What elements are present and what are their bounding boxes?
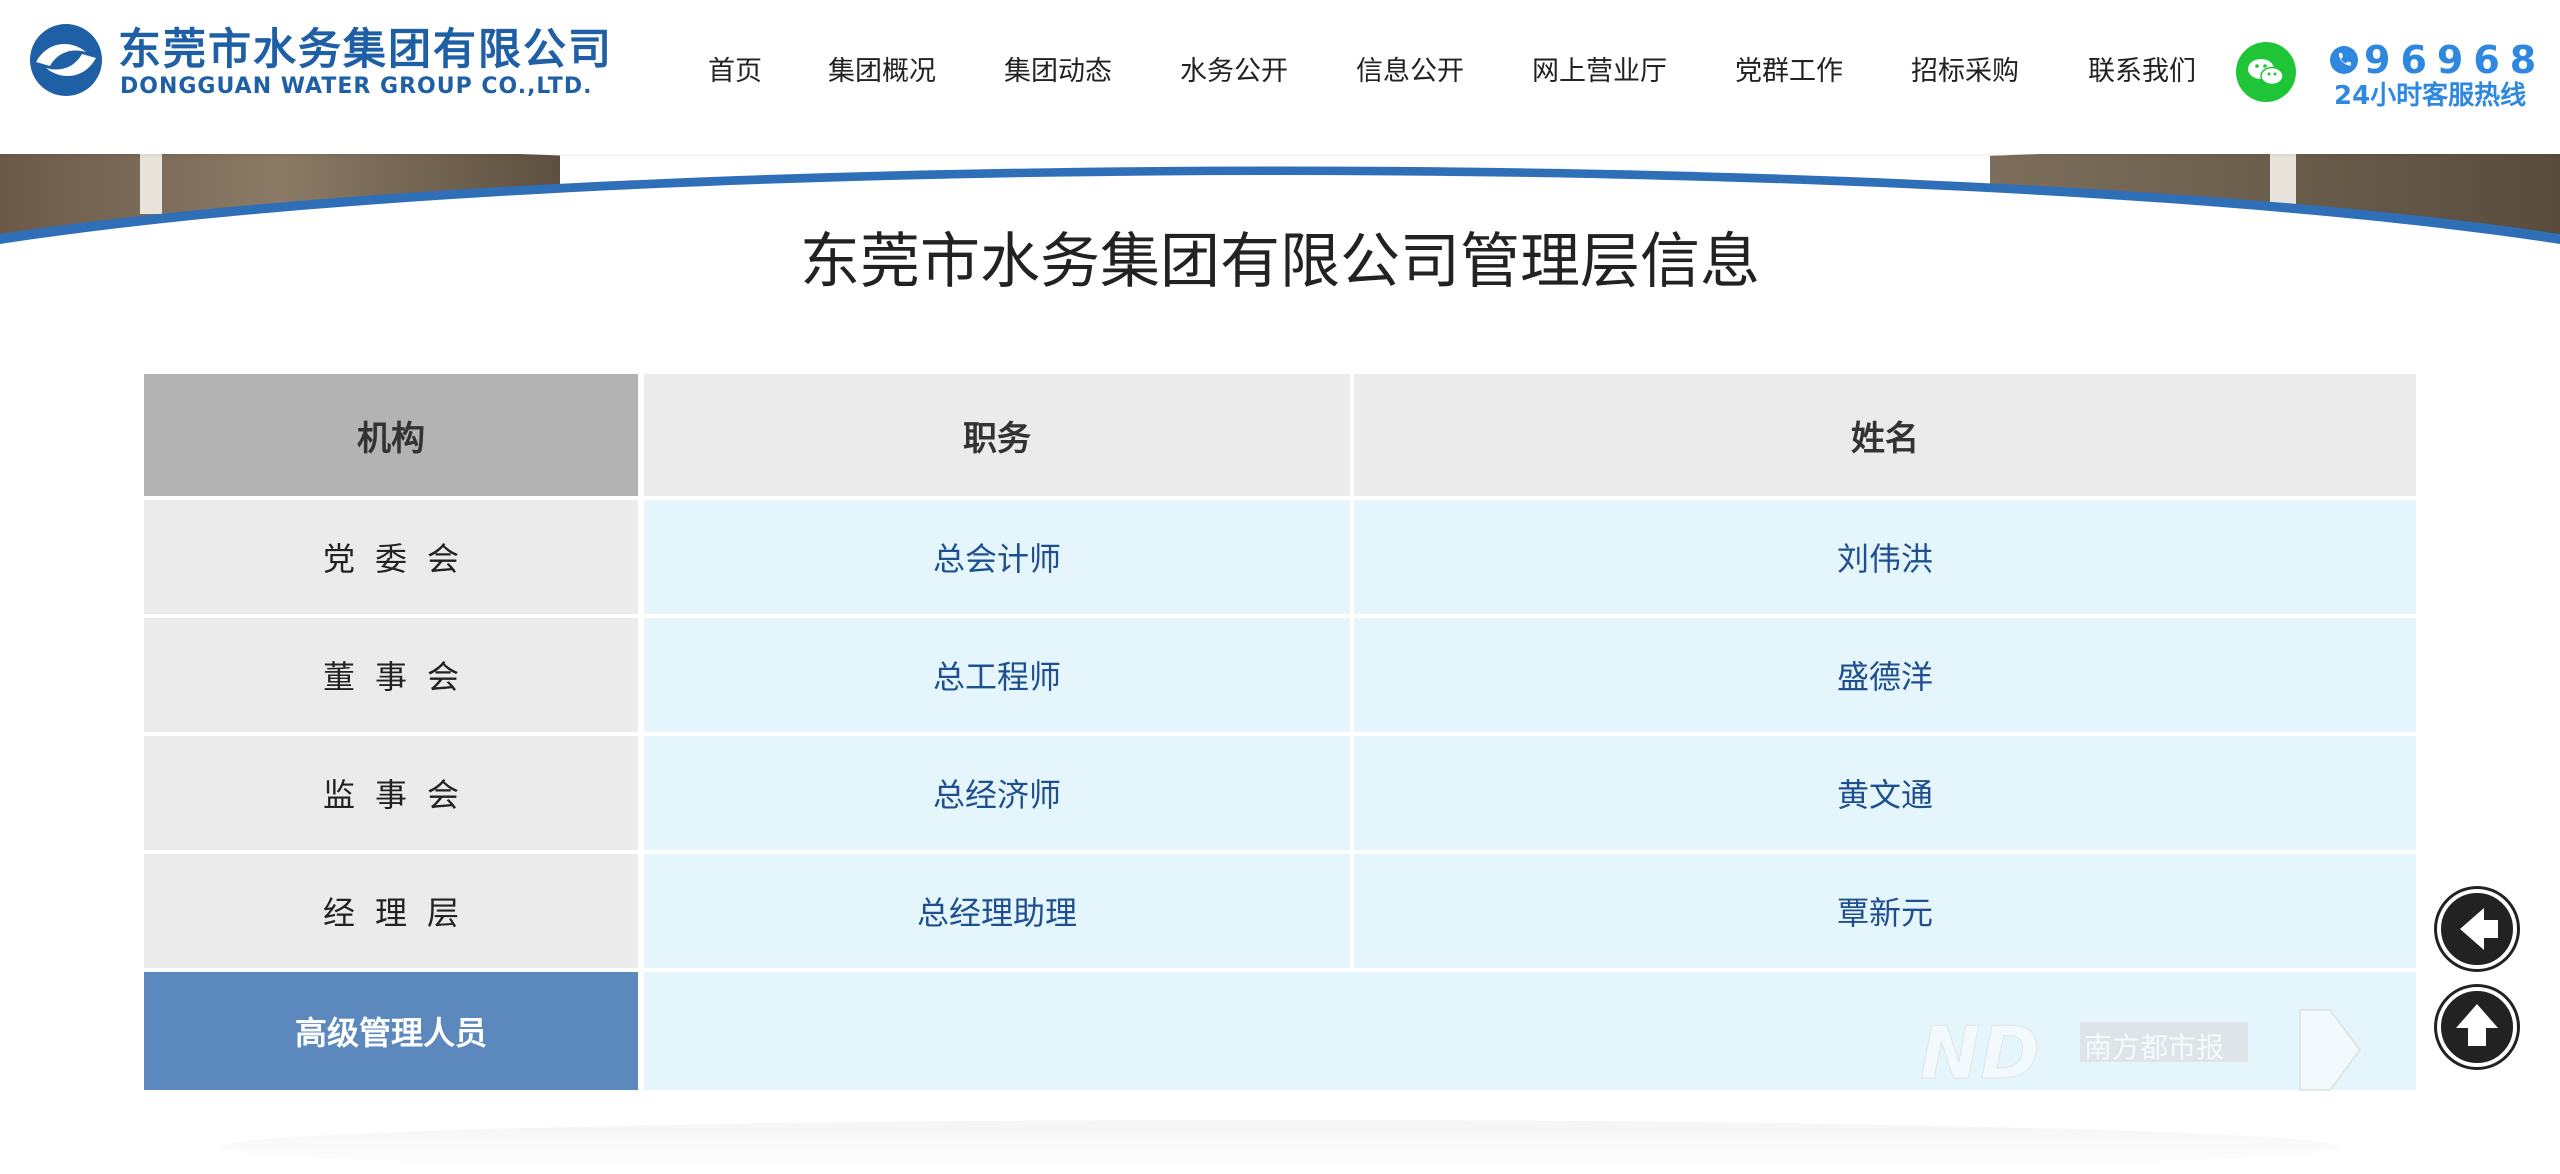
- nav-info-public[interactable]: 信息公开: [1356, 48, 1464, 96]
- arrow-left-icon: [2437, 889, 2517, 969]
- logo-wave-icon: [30, 24, 102, 96]
- wechat-icon[interactable]: [2236, 42, 2296, 102]
- name-cell: 刘伟洪: [1354, 500, 2416, 614]
- position-cell: 总经济师: [644, 736, 1350, 850]
- hotline-number: 96968: [2364, 38, 2547, 82]
- logo-name-cn: 东莞市水务集团有限公司: [118, 25, 613, 75]
- svg-text:ND: ND: [1920, 1011, 2040, 1095]
- content-shadow: [220, 1120, 2340, 1174]
- name-cell: 盛德洋: [1354, 618, 2416, 732]
- nav-contact[interactable]: 联系我们: [2088, 48, 2196, 96]
- org-supervisory-board[interactable]: 监事会: [144, 736, 638, 850]
- nav-news[interactable]: 集团动态: [1004, 48, 1112, 96]
- hotline-label: 24小时客服热线: [2334, 81, 2527, 111]
- org-party-committee[interactable]: 党委会: [144, 500, 638, 614]
- site-header: 东莞市水务集团有限公司 DONGGUAN WATER GROUP CO.,LTD…: [0, 0, 2560, 154]
- nav-overview[interactable]: 集团概况: [828, 48, 936, 96]
- management-table: 机构 职务 姓名 党委会 董事会 监事会 经理层 高级管理人员 总会计师 总工程…: [144, 374, 2416, 1092]
- nav-procurement[interactable]: 招标采购: [1911, 48, 2019, 96]
- position-cell: 总工程师: [644, 618, 1350, 732]
- watermark-brand-a: 南方都市报: [2084, 1031, 2225, 1064]
- company-logo[interactable]: 东莞市水务集团有限公司 DONGGUAN WATER GROUP CO.,LTD…: [28, 22, 628, 104]
- wechat-glyph-icon: [2248, 59, 2284, 86]
- hotline[interactable]: 96968 24小时客服热线: [2330, 38, 2540, 118]
- name-cell: 黄文通: [1354, 736, 2416, 850]
- nav-online-hall[interactable]: 网上营业厅: [1532, 48, 1667, 96]
- logo-name-en: DONGGUAN WATER GROUP CO.,LTD.: [120, 74, 593, 99]
- nav-party-work[interactable]: 党群工作: [1735, 48, 1843, 96]
- header-org: 机构: [144, 374, 638, 496]
- page-title: 东莞市水务集团有限公司管理层信息: [800, 227, 1760, 297]
- name-cell: 覃新元: [1354, 854, 2416, 968]
- watermark: ND 南方都市报 视频: [1920, 1000, 2520, 1100]
- nav-home[interactable]: 首页: [708, 48, 762, 96]
- header-name: 姓名: [1354, 374, 2416, 496]
- org-management[interactable]: 经理层: [144, 854, 638, 968]
- back-to-top-button[interactable]: [2434, 984, 2520, 1070]
- arrow-up-icon: [2437, 987, 2517, 1067]
- back-button[interactable]: [2434, 886, 2520, 972]
- org-board-directors[interactable]: 董事会: [144, 618, 638, 732]
- phone-icon: [2330, 46, 2358, 74]
- nav-water-affairs[interactable]: 水务公开: [1180, 48, 1288, 96]
- position-cell: 总经理助理: [644, 854, 1350, 968]
- org-senior-management[interactable]: 高级管理人员: [144, 972, 638, 1090]
- position-cell: 总会计师: [644, 500, 1350, 614]
- header-position: 职务: [644, 374, 1350, 496]
